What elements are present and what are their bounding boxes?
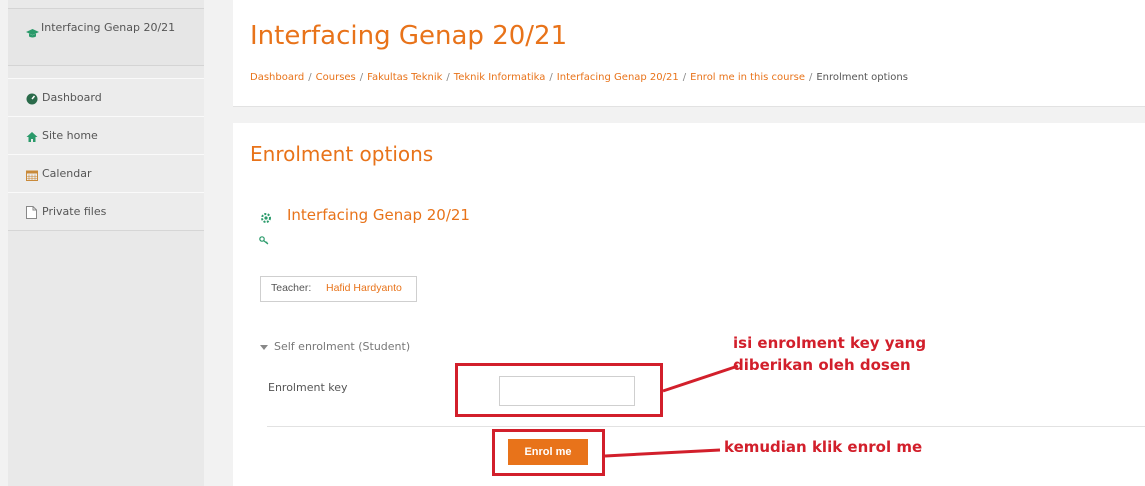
annotation-line: isi enrolment key yang [733, 334, 927, 352]
annotation-line: diberikan oleh dosen [733, 356, 911, 374]
annotation-line-button [604, 448, 721, 458]
annotation-line-key [662, 364, 739, 393]
annotation-note-button: kemudian klik enrol me [724, 438, 923, 456]
annotation-arrows [604, 364, 739, 458]
annotation-note-key: isi enrolment key yang diberikan oleh do… [733, 332, 926, 376]
